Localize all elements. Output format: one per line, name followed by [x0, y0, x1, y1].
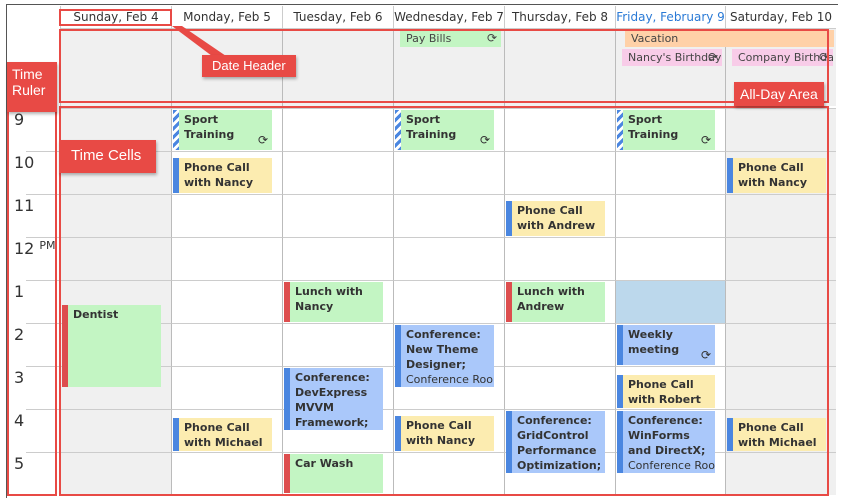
time-ruler-callout: Time Ruler — [7, 62, 57, 112]
time-cells-callout: Time Cells — [59, 140, 156, 173]
all-day-area-callout: All-Day Area — [734, 82, 824, 106]
callout-pointer — [172, 26, 226, 56]
date-header-callout: Date Header — [202, 55, 296, 77]
